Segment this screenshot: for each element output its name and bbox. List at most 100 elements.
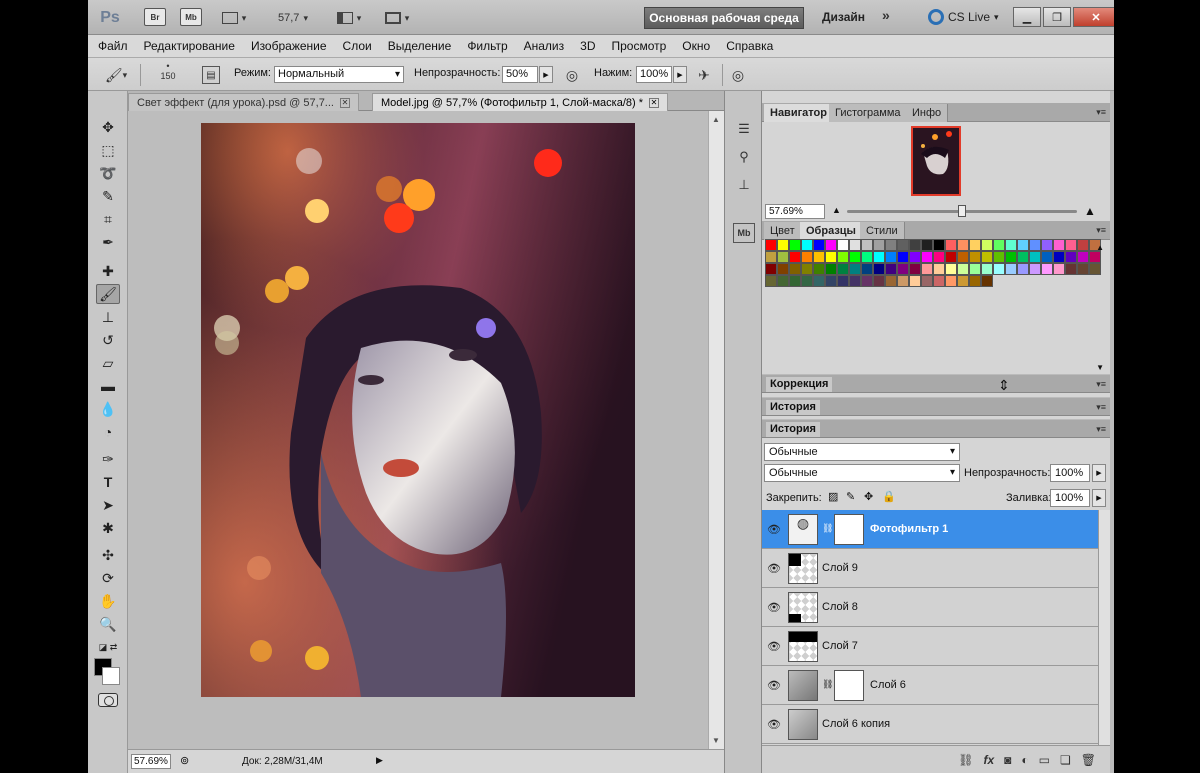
layer-row[interactable]: 👁 Слой 8 bbox=[762, 588, 1098, 627]
color-swatch[interactable] bbox=[825, 263, 837, 275]
delete-layer-icon[interactable]: 🗑 bbox=[1081, 753, 1096, 767]
layer-style-fx-icon[interactable]: fx bbox=[983, 753, 994, 767]
color-swatch[interactable] bbox=[1041, 263, 1053, 275]
color-swatch[interactable] bbox=[789, 251, 801, 263]
layers-scrollbar[interactable] bbox=[1098, 510, 1110, 745]
shape-tool[interactable]: ✱ bbox=[96, 518, 120, 538]
menu-item[interactable]: Слои bbox=[343, 39, 372, 53]
color-swatch[interactable] bbox=[765, 239, 777, 251]
menu-item[interactable]: Редактирование bbox=[144, 39, 235, 53]
close-tab-icon[interactable]: ✕ bbox=[649, 97, 660, 108]
view-extras-menu[interactable] bbox=[216, 8, 252, 28]
color-swatch[interactable] bbox=[1065, 263, 1077, 275]
color-swatch[interactable] bbox=[909, 251, 921, 263]
tool-preset-picker[interactable]: 🖌 ▾ bbox=[96, 66, 136, 84]
color-swatch[interactable] bbox=[765, 251, 777, 263]
path-selection-tool[interactable]: ➤ bbox=[96, 495, 120, 515]
color-swatch[interactable] bbox=[1089, 251, 1101, 263]
color-swatch[interactable] bbox=[957, 275, 969, 287]
color-swatch[interactable] bbox=[849, 263, 861, 275]
minimize-button[interactable]: ▁ bbox=[1013, 7, 1041, 27]
color-swatch[interactable] bbox=[885, 239, 897, 251]
lasso-tool[interactable]: ➰ bbox=[96, 163, 120, 183]
color-swatch[interactable] bbox=[993, 239, 1005, 251]
color-swatch[interactable] bbox=[801, 263, 813, 275]
layer-row[interactable]: 👁 Слой 6 копия bbox=[762, 705, 1098, 744]
color-swatch[interactable] bbox=[765, 275, 777, 287]
arrange-documents-menu[interactable] bbox=[332, 8, 366, 28]
workspace-essentials-button[interactable]: Основная рабочая среда bbox=[644, 7, 804, 29]
color-swatch[interactable] bbox=[993, 263, 1005, 275]
tab-light-effect-psd[interactable]: Свет эффект (для урока).psd @ 57,7... ✕ bbox=[128, 93, 359, 111]
color-swatch[interactable] bbox=[1065, 239, 1077, 251]
layer-row[interactable]: 👁 Слой 7 bbox=[762, 627, 1098, 666]
menu-item[interactable]: Просмотр bbox=[611, 39, 666, 53]
lock-position-icon[interactable]: ✥ bbox=[864, 490, 873, 503]
color-swatch[interactable] bbox=[897, 263, 909, 275]
color-swatch[interactable] bbox=[909, 263, 921, 275]
canvas-vertical-scrollbar[interactable]: ▲ ▼ bbox=[708, 111, 724, 749]
color-swatch[interactable] bbox=[909, 275, 921, 287]
flow-input[interactable]: 100% bbox=[636, 66, 672, 83]
zoom-out-icon[interactable]: ▲ bbox=[832, 205, 841, 215]
color-swatch[interactable] bbox=[945, 239, 957, 251]
color-swatch[interactable] bbox=[789, 263, 801, 275]
3d-rotate-tool[interactable]: ✣ bbox=[96, 545, 120, 565]
panel-menu-icon[interactable]: ▾≡ bbox=[1096, 402, 1106, 413]
swatch-scroll-down-icon[interactable]: ▼ bbox=[1096, 363, 1104, 372]
mode-select[interactable]: Нормальный bbox=[274, 66, 404, 83]
color-swatch[interactable] bbox=[885, 251, 897, 263]
color-swatch[interactable] bbox=[933, 275, 945, 287]
visibility-eye-icon[interactable]: 👁 bbox=[766, 522, 782, 536]
add-mask-icon[interactable]: ◙ bbox=[1004, 753, 1011, 767]
color-swatch[interactable] bbox=[921, 263, 933, 275]
adjustment-layer-icon[interactable]: ◐ bbox=[1021, 753, 1028, 767]
visibility-eye-icon[interactable]: 👁 bbox=[766, 600, 782, 614]
color-swatch[interactable] bbox=[777, 239, 789, 251]
color-swatch[interactable] bbox=[969, 239, 981, 251]
menu-item[interactable]: Окно bbox=[682, 39, 710, 53]
status-menu-icon[interactable]: ▶ bbox=[376, 755, 383, 766]
panel-menu-icon[interactable]: ▾≡ bbox=[1096, 379, 1106, 390]
workspace-design-button[interactable]: Дизайн bbox=[822, 10, 865, 24]
menu-item[interactable]: Изображение bbox=[251, 39, 327, 53]
bridge-button[interactable]: Br bbox=[144, 8, 166, 26]
color-swatch[interactable] bbox=[1077, 239, 1089, 251]
fill-input[interactable]: 100% bbox=[1050, 489, 1090, 507]
swatch-scroll-up-icon[interactable]: ▲ bbox=[1096, 243, 1104, 252]
color-swatch[interactable] bbox=[861, 263, 873, 275]
tab-histogram[interactable]: Гистограмма bbox=[829, 104, 908, 122]
status-zoom-input[interactable]: 57.69% bbox=[131, 754, 171, 769]
new-group-icon[interactable]: ▭ bbox=[1039, 753, 1050, 767]
color-swatch[interactable] bbox=[969, 275, 981, 287]
lock-transparency-icon[interactable]: ▨ bbox=[828, 490, 838, 503]
visibility-eye-icon[interactable]: 👁 bbox=[766, 639, 782, 653]
marquee-tool[interactable]: ⬚ bbox=[96, 140, 120, 160]
color-swatch[interactable] bbox=[849, 239, 861, 251]
color-swatch[interactable] bbox=[1005, 251, 1017, 263]
color-swatch[interactable] bbox=[1005, 263, 1017, 275]
color-swatch[interactable] bbox=[801, 239, 813, 251]
flow-slider-toggle[interactable]: ▶ bbox=[673, 66, 687, 83]
layer-row[interactable]: 👁 Слой 9 bbox=[762, 549, 1098, 588]
panel-menu-icon[interactable]: ▾≡ bbox=[1096, 225, 1106, 236]
tab-swatches[interactable]: Образцы bbox=[800, 222, 863, 240]
navigator-thumbnail[interactable] bbox=[911, 126, 961, 196]
lock-all-icon[interactable]: 🔒 bbox=[882, 490, 896, 503]
color-swatch[interactable] bbox=[1077, 263, 1089, 275]
opacity-slider-toggle[interactable]: ▶ bbox=[539, 66, 553, 83]
color-swatch[interactable] bbox=[921, 251, 933, 263]
correction-panel-header[interactable]: Коррекция ▾≡ bbox=[762, 374, 1110, 393]
color-swatch[interactable] bbox=[945, 275, 957, 287]
color-swatch[interactable] bbox=[861, 251, 873, 263]
tab-styles[interactable]: Стили bbox=[860, 222, 905, 240]
eraser-tool[interactable]: ▱ bbox=[96, 353, 120, 373]
quick-selection-tool[interactable]: ✎ bbox=[96, 186, 120, 206]
menu-item[interactable]: Анализ bbox=[524, 39, 565, 53]
color-swatch[interactable] bbox=[873, 239, 885, 251]
color-swatch[interactable] bbox=[837, 239, 849, 251]
close-button[interactable]: ✕ bbox=[1073, 7, 1114, 27]
tab-color[interactable]: Цвет bbox=[764, 222, 802, 240]
color-swatch[interactable] bbox=[885, 263, 897, 275]
color-swatch[interactable] bbox=[885, 275, 897, 287]
